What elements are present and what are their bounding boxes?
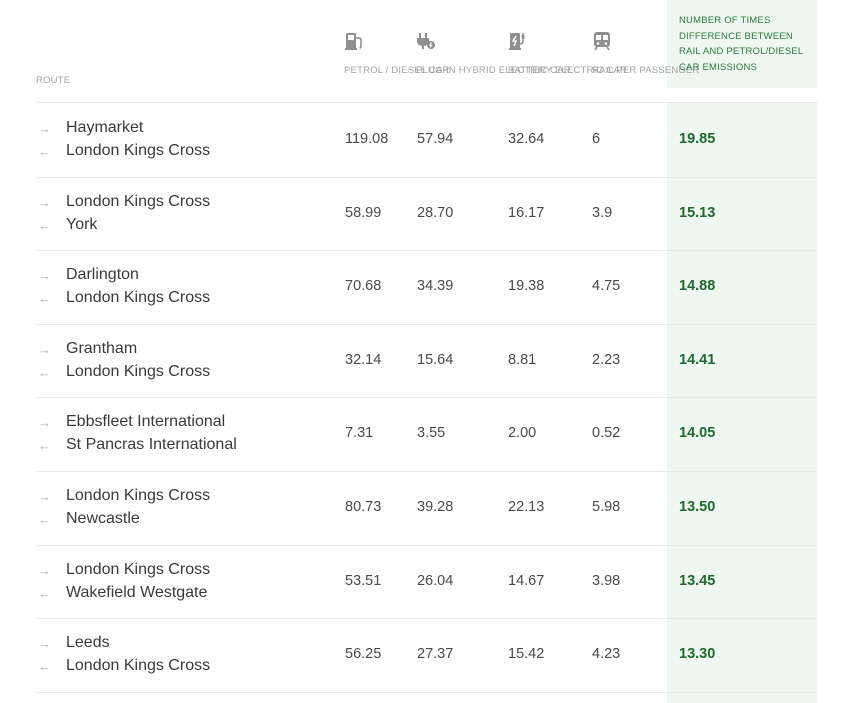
- arrow-left-icon: ←: [38, 438, 51, 454]
- arrow-left-icon: ←: [38, 512, 51, 527]
- arrow-right-icon: →: [38, 562, 51, 578]
- table-row: → Grantham ← London Kings Cross 32.14 15…: [0, 324, 850, 398]
- bev-value: 32.64: [508, 131, 545, 147]
- difference-value: 14.05: [679, 425, 716, 442]
- rail-value: 6: [592, 131, 601, 147]
- petrol-value: 7.31: [345, 425, 374, 442]
- arrow-left-icon: ←: [38, 291, 51, 307]
- bev-value: 16.17: [508, 204, 545, 221]
- petrol-value: 70.68: [345, 278, 382, 295]
- petrol-value: 80.73: [345, 499, 382, 515]
- table-row: → Leeds ← London Kings Cross 56.25 27.37…: [0, 618, 850, 692]
- arrow-right-icon: →: [38, 268, 51, 284]
- arrow-right-icon: →: [38, 194, 51, 210]
- route-origin: Leeds: [66, 634, 110, 652]
- rail-value: 5.98: [592, 499, 621, 515]
- rail-value: 4.75: [592, 278, 621, 295]
- route-destination: York: [66, 215, 98, 233]
- phev-value: 39.28: [417, 499, 454, 515]
- arrow-left-icon: ←: [38, 585, 51, 601]
- difference-value: 13.50: [679, 499, 716, 515]
- petrol-value: 119.08: [345, 131, 389, 147]
- arrow-left-icon: ←: [38, 217, 51, 233]
- petrol-value: 32.14: [345, 351, 382, 368]
- table-row: → Ebbsfleet International ← St Pancras I…: [0, 397, 850, 471]
- column-header-difference: Number of times difference between rail …: [679, 15, 804, 73]
- arrow-left-icon: ←: [38, 659, 51, 675]
- difference-value: 15.13: [679, 204, 716, 221]
- rail-value: 0.52: [592, 425, 621, 442]
- row-divider: [36, 691, 817, 693]
- arrow-left-icon: ←: [38, 364, 51, 380]
- arrow-left-icon: ←: [38, 144, 51, 159]
- column-header-route: Route: [36, 75, 71, 86]
- route-origin: Darlington: [66, 266, 139, 284]
- phev-value: 26.04: [417, 572, 454, 589]
- route-origin: Ebbsfleet International: [66, 413, 226, 431]
- phev-value: 28.70: [417, 204, 454, 221]
- arrow-right-icon: →: [38, 121, 51, 136]
- route-origin: Haymarket: [66, 119, 144, 136]
- bev-value: 15.42: [508, 646, 545, 663]
- bev-value: 8.81: [508, 351, 537, 368]
- route-origin: London Kings Cross: [66, 192, 211, 210]
- route-origin: London Kings Cross: [66, 487, 211, 504]
- route-origin: London Kings Cross: [66, 560, 211, 578]
- table-row: → London Kings Cross ← York 58.99 28.70 …: [0, 177, 850, 251]
- difference-value: 19.85: [679, 131, 716, 147]
- phev-value: 34.39: [417, 278, 454, 295]
- bev-value: 19.38: [508, 278, 545, 295]
- route-destination: London Kings Cross: [66, 362, 211, 380]
- difference-value: 14.88: [679, 278, 716, 295]
- table-row: → Haymarket ← London Kings Cross 119.08 …: [0, 103, 850, 177]
- plug-icon: [417, 33, 435, 49]
- bev-value: 2.00: [508, 425, 537, 442]
- table-row: → Darlington ← London Kings Cross 70.68 …: [0, 250, 850, 324]
- fuel-pump-icon: [345, 33, 362, 50]
- ev-charger-icon: [509, 33, 525, 50]
- petrol-value: 58.99: [345, 204, 382, 221]
- route-destination: Newcastle: [66, 510, 140, 527]
- route-destination: London Kings Cross: [66, 657, 211, 675]
- bev-value: 22.13: [508, 499, 545, 515]
- arrow-right-icon: →: [38, 489, 51, 504]
- petrol-value: 53.51: [345, 572, 382, 589]
- phev-value: 15.64: [417, 351, 454, 368]
- route-origin: Grantham: [66, 339, 138, 357]
- petrol-value: 56.25: [345, 646, 382, 663]
- difference-value: 14.41: [679, 351, 716, 368]
- route-destination: London Kings Cross: [66, 142, 211, 159]
- bev-value: 14.67: [508, 572, 545, 589]
- table-row: → London Kings Cross ← Newcastle 80.73 3…: [0, 471, 850, 545]
- rail-value: 3.98: [592, 572, 621, 589]
- rail-value: 3.9: [592, 204, 613, 221]
- route-destination: St Pancras International: [66, 436, 237, 454]
- train-icon: [594, 32, 610, 51]
- phev-value: 57.94: [417, 131, 454, 147]
- route-destination: London Kings Cross: [66, 289, 211, 307]
- arrow-right-icon: →: [38, 636, 51, 652]
- rail-value: 2.23: [592, 351, 621, 368]
- table-row: → London Kings Cross ← Wakefield Westgat…: [0, 545, 850, 619]
- phev-value: 27.37: [417, 646, 454, 663]
- difference-value: 13.45: [679, 572, 716, 589]
- arrow-right-icon: →: [38, 341, 51, 357]
- difference-value: 13.30: [679, 646, 716, 663]
- table-header: Route Petrol / Diesel car Plug-in hybrid…: [0, 0, 850, 103]
- phev-value: 3.55: [417, 425, 446, 442]
- arrow-right-icon: →: [38, 415, 51, 431]
- route-destination: Wakefield Westgate: [66, 583, 208, 601]
- rail-value: 4.23: [592, 646, 621, 663]
